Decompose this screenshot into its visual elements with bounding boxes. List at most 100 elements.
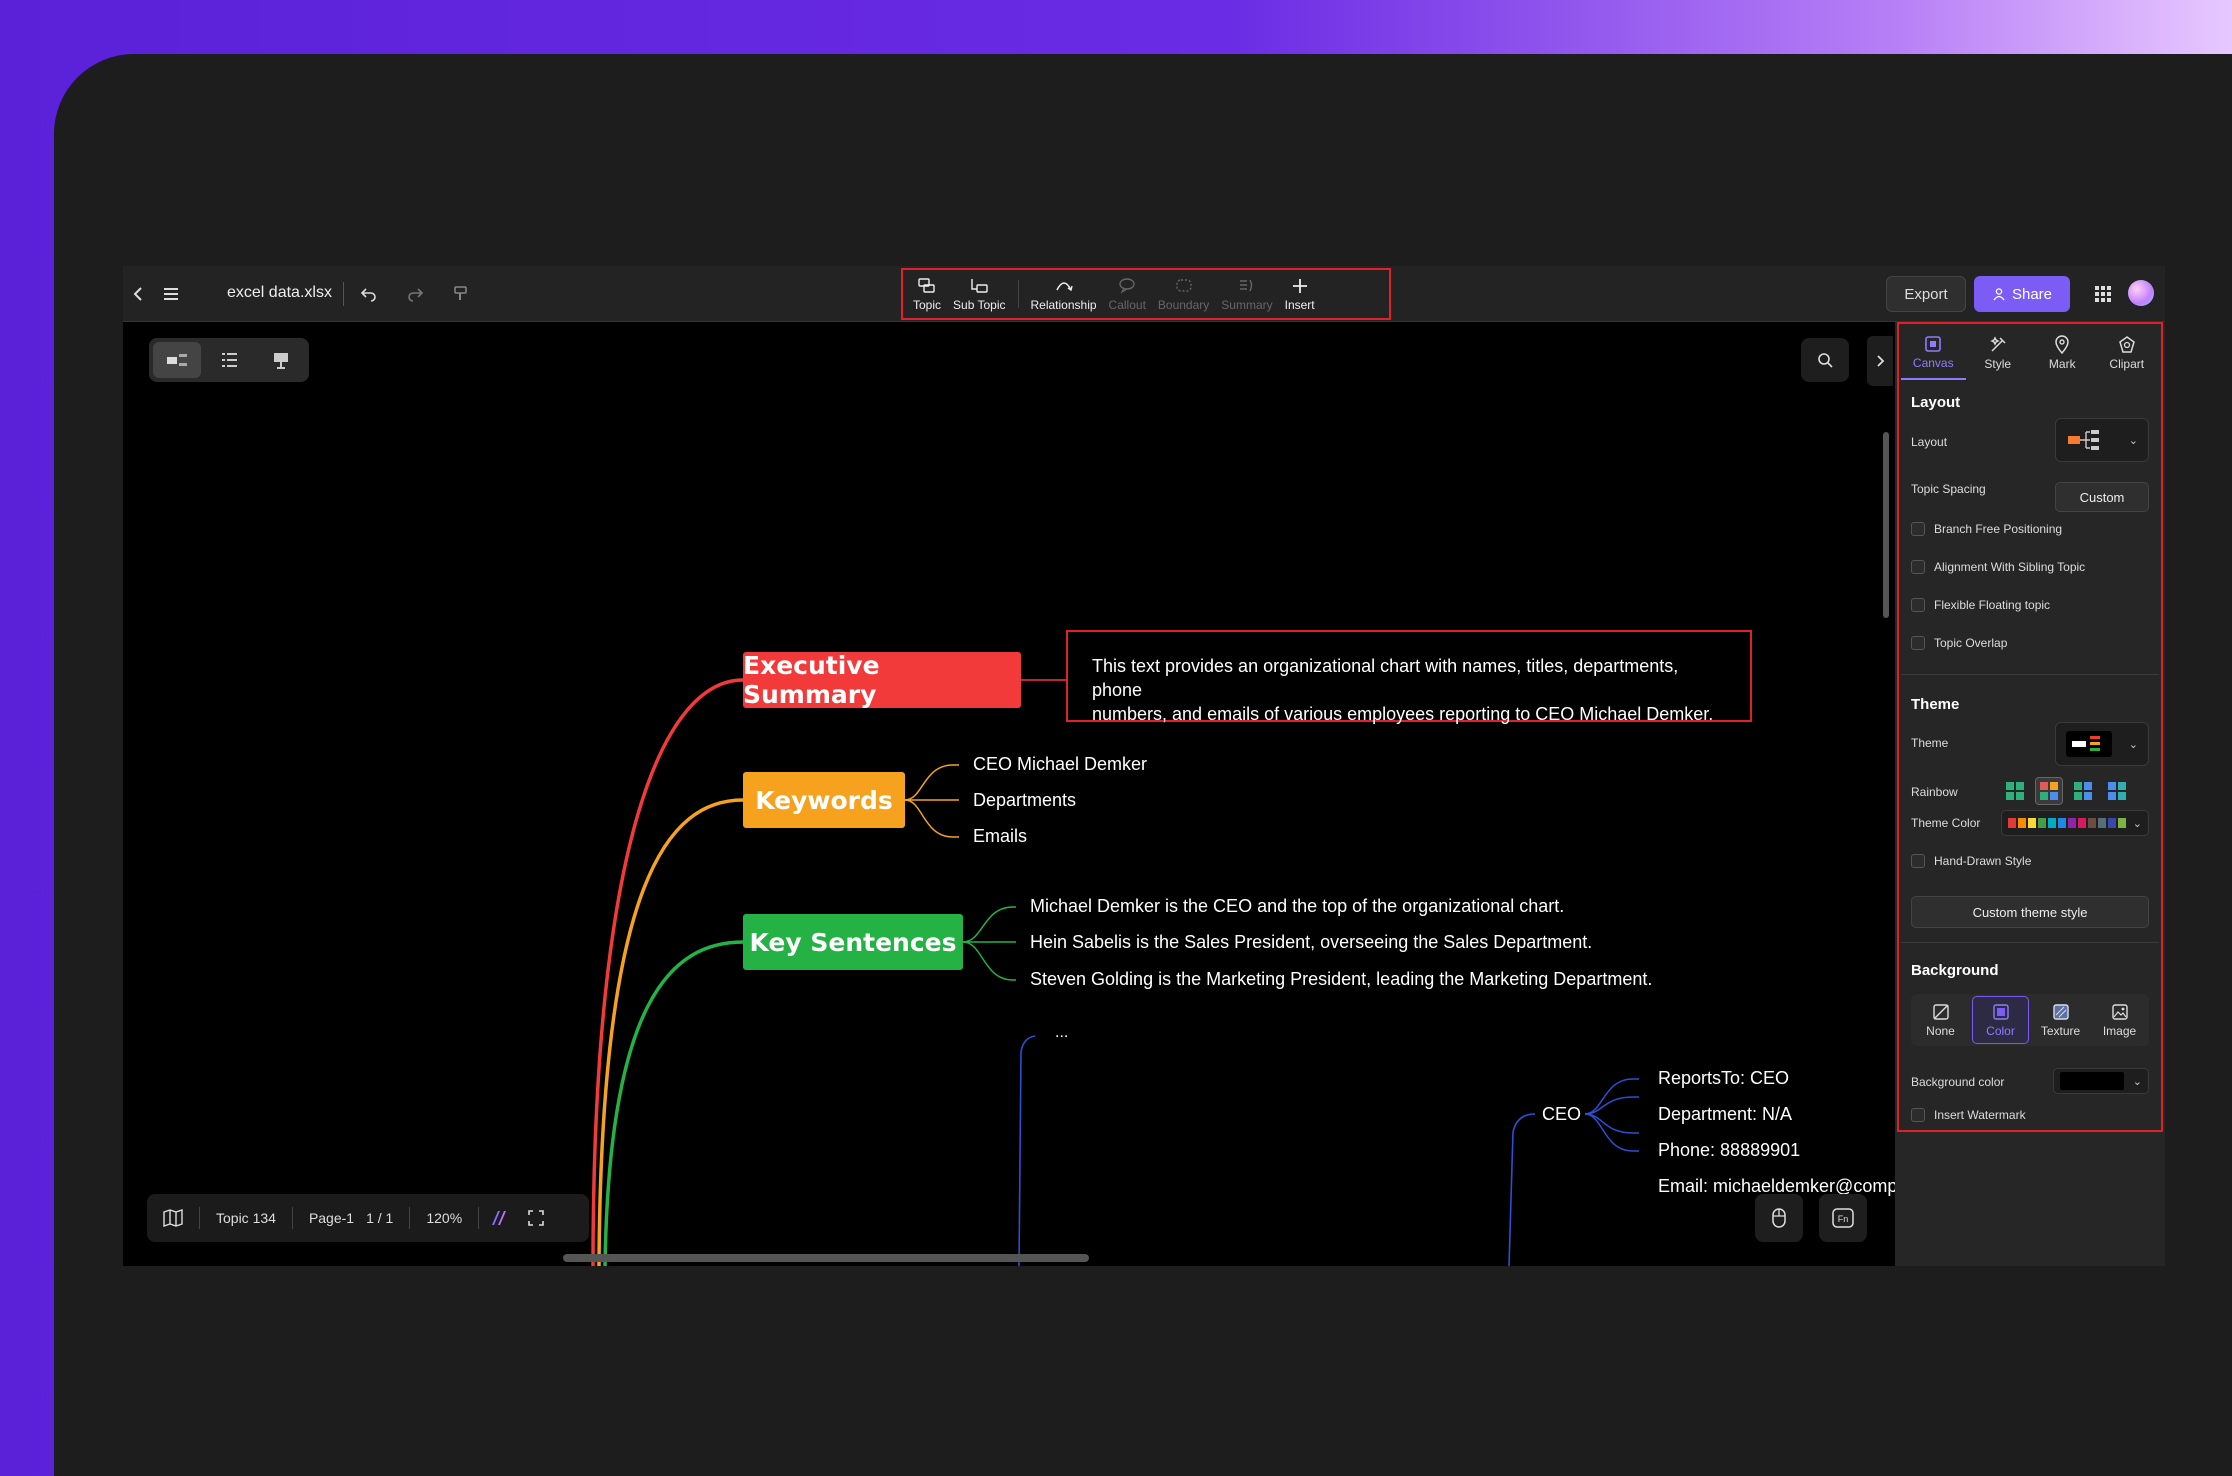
avatar[interactable] [2128,280,2154,306]
collapsed-topic-marker[interactable]: ... [1055,1024,1068,1042]
chevron-down-icon: ⌄ [2132,1075,2142,1088]
presentation-view-button[interactable] [257,342,305,378]
divider [1901,942,2159,943]
topic-count: Topic 134 [216,1210,276,1226]
insert-tool-button[interactable]: Insert [1279,270,1321,318]
summary-line: This text provides an organizational cha… [1092,656,1679,700]
topic-key-sentences[interactable]: Key Sentences [743,914,963,970]
fullscreen-button[interactable] [519,1194,553,1242]
background-color-picker[interactable]: ⌄ [2053,1068,2149,1094]
canvas-icon [1925,336,1942,352]
checkbox[interactable] [1911,522,1925,536]
theme-section-title: Theme [1911,696,1960,713]
redo-icon[interactable] [399,278,431,310]
share-label: Share [2011,285,2053,303]
sentence-item[interactable]: Steven Golding is the Marketing Presiden… [1030,969,1652,990]
boundary-tool-button[interactable]: Boundary [1152,270,1215,318]
checkbox[interactable] [1911,560,1925,574]
rainbow-option[interactable] [2035,777,2063,805]
summary-tool-button[interactable]: Summary [1215,270,1278,318]
topic-ceo[interactable]: CEO [1542,1104,1581,1125]
search-icon [1818,353,1833,368]
back-icon[interactable] [123,278,155,310]
checkbox[interactable] [1911,854,1925,868]
flexible-floating-option[interactable]: Flexible Floating topic [1911,598,2050,612]
callout-tool-button[interactable]: Callout [1103,270,1152,318]
topic-executive-summary[interactable]: Executive Summary [743,651,1021,709]
file-name[interactable]: excel data.xlsx [227,284,332,302]
panel-tabs: Canvas Style Mark Clipart [1901,326,2159,380]
keyword-item[interactable]: Emails [973,826,1027,847]
menu-icon[interactable] [155,278,187,310]
clipart-icon [2118,336,2135,353]
keyword-item[interactable]: Departments [973,790,1076,811]
apps-grid-icon[interactable] [2087,278,2119,310]
topic-tool-button[interactable]: Topic [907,270,947,318]
tab-mark[interactable]: Mark [2030,326,2095,380]
mindmap-view-icon [167,354,187,366]
ceo-detail[interactable]: ReportsTo: CEO [1658,1068,1789,1089]
background-none-option[interactable]: None [1913,996,1968,1044]
zoom-level[interactable]: 120% [410,1194,478,1242]
summary-text-box[interactable]: This text provides an organizational cha… [1066,630,1752,724]
relationship-tool-button[interactable]: Relationship [1025,270,1103,318]
option-label: Texture [2040,1023,2081,1038]
rainbow-option[interactable] [2001,777,2029,805]
background-image-option[interactable]: Image [2092,996,2147,1044]
ceo-detail[interactable]: Department: N/A [1658,1104,1792,1125]
minimap-button[interactable] [147,1194,199,1242]
tab-style[interactable]: Style [1966,326,2031,380]
theme-color-select[interactable]: ⌄ [2001,810,2149,836]
function-keys-button[interactable]: Fn [1819,1194,1867,1242]
tab-canvas[interactable]: Canvas [1901,326,1966,380]
checkbox[interactable] [1911,1108,1925,1122]
background-texture-option[interactable]: Texture [2033,996,2088,1044]
branch-free-positioning-option[interactable]: Branch Free Positioning [1911,522,2062,536]
topic-overlap-option[interactable]: Topic Overlap [1911,636,2007,650]
alignment-sibling-option[interactable]: Alignment With Sibling Topic [1911,560,2085,574]
topic-spacing-button[interactable]: Custom [2055,482,2149,512]
collapse-panel-button[interactable] [1867,336,1893,386]
mindmap-canvas[interactable]: Executive Summary This text provides an … [123,322,1907,1266]
tool-label: Relationship [1030,298,1097,312]
ai-button[interactable] [479,1194,519,1242]
insert-watermark-option[interactable]: Insert Watermark [1911,1108,2026,1122]
vertical-scrollbar[interactable] [1883,432,1889,618]
sentence-item[interactable]: Michael Demker is the CEO and the top of… [1030,896,1564,917]
rainbow-options [2001,777,2131,805]
tab-clipart[interactable]: Clipart [2095,326,2160,380]
theme-select[interactable]: ⌄ [2055,722,2149,766]
mindmap-view-button[interactable] [153,342,201,378]
custom-theme-style-button[interactable]: Custom theme style [1911,896,2149,928]
rainbow-label: Rainbow [1911,785,1958,799]
subtopic-tool-button[interactable]: Sub Topic [947,270,1011,318]
export-button[interactable]: Export [1886,276,1966,312]
search-button[interactable] [1801,338,1849,382]
topic-keywords[interactable]: Keywords [743,772,905,828]
undo-icon[interactable] [353,278,385,310]
theme-label: Theme [1911,736,1949,750]
tool-label: Summary [1221,298,1273,312]
share-button[interactable]: Share [1974,276,2070,312]
keyword-item[interactable]: CEO Michael Demker [973,754,1147,775]
topic-spacing-label: Topic Spacing [1911,482,1986,496]
background-color-label: Background color [1911,1075,2005,1089]
outline-view-button[interactable] [205,342,253,378]
rainbow-option[interactable] [2103,777,2131,805]
page-label[interactable]: Page-1 [293,1194,360,1242]
background-color-option[interactable]: Color [1972,996,2029,1044]
hand-drawn-style-option[interactable]: Hand-Drawn Style [1911,854,2031,868]
checkbox[interactable] [1911,636,1925,650]
option-label: Topic Overlap [1934,636,2008,650]
tool-label: Boundary [1157,298,1210,312]
layout-select[interactable]: ⌄ [2055,418,2149,462]
mouse-mode-button[interactable] [1755,1194,1803,1242]
checkbox[interactable] [1911,598,1925,612]
format-painter-icon[interactable] [445,278,477,310]
horizontal-scrollbar[interactable] [563,1254,1089,1262]
ceo-detail[interactable]: Phone: 88889901 [1658,1140,1800,1161]
rainbow-option[interactable] [2069,777,2097,805]
mark-icon [2055,335,2070,355]
divider [1901,674,2159,675]
sentence-item[interactable]: Hein Sabelis is the Sales President, ove… [1030,932,1592,953]
